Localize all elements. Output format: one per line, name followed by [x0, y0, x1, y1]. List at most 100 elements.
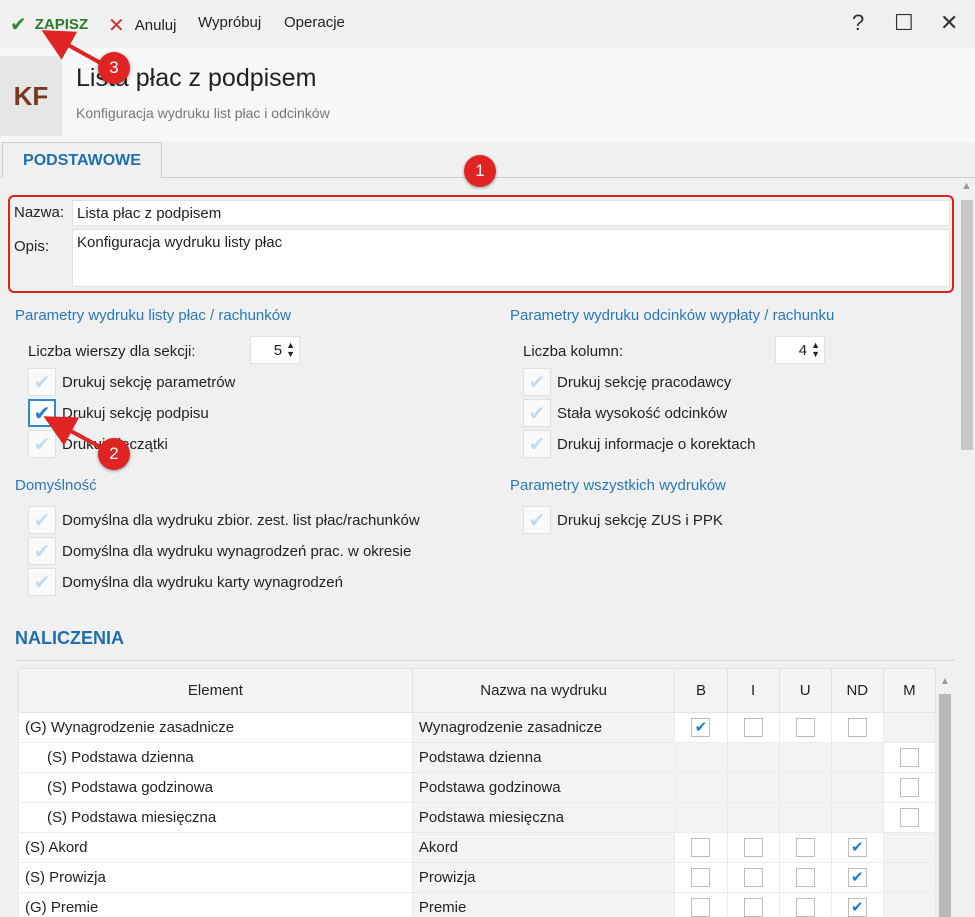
flag-cell-i[interactable] — [726, 712, 780, 743]
check-row[interactable]: ✔ Drukuj sekcję podpisu — [28, 399, 209, 427]
table-row[interactable]: (S) Prowizja Prowizja ✔ — [18, 862, 937, 893]
close-icon[interactable]: ✕ — [940, 10, 958, 36]
checkbox[interactable] — [691, 838, 711, 857]
column-header[interactable]: B — [674, 668, 728, 713]
cancel-button[interactable]: ✕ Anuluj — [108, 13, 176, 38]
save-button[interactable]: ✔ ZAPISZ — [10, 12, 88, 37]
try-button[interactable]: Wypróbuj — [198, 14, 261, 31]
checkbox[interactable] — [795, 838, 815, 857]
element-cell[interactable]: (S) Prowizja — [18, 862, 413, 893]
flag-cell-m[interactable] — [882, 802, 937, 833]
table-row[interactable]: (G) Wynagrodzenie zasadnicze Wynagrodzeni… — [18, 712, 937, 743]
table-row[interactable]: (S) Podstawa godzinowa Podstawa godzinowa — [18, 772, 937, 803]
checkbox[interactable] — [743, 718, 763, 737]
flag-cell-nd[interactable]: ✔ — [830, 892, 884, 917]
scrollbar-thumb[interactable] — [961, 200, 973, 450]
flag-cell-nd[interactable] — [830, 712, 884, 743]
element-cell[interactable]: (G) Wynagrodzenie zasadnicze — [18, 712, 413, 743]
rows-spinner[interactable]: 5 ▲ ▼ — [250, 336, 300, 364]
check-row[interactable]: ✔ Drukuj informacje o korektach — [523, 430, 755, 458]
print-name-cell[interactable]: Akord — [411, 832, 676, 863]
table-row[interactable]: (S) Podstawa dzienna Podstawa dzienna — [18, 742, 937, 773]
checkbox[interactable] — [743, 838, 763, 857]
flag-cell-b[interactable]: ✔ — [674, 712, 728, 743]
flag-cell-u[interactable] — [778, 862, 832, 893]
spinner-arrows-icon[interactable]: ▲ ▼ — [811, 341, 820, 359]
check-row[interactable]: ✔ Domyślna dla wydruku zbior. zest. list… — [28, 506, 420, 534]
checkbox[interactable] — [899, 748, 919, 767]
checkbox[interactable] — [899, 808, 919, 827]
checkbox[interactable] — [795, 868, 815, 887]
checkbox[interactable]: ✔ — [28, 568, 56, 596]
checkbox[interactable]: ✔ — [28, 430, 56, 458]
table-row[interactable]: (S) Akord Akord ✔ — [18, 832, 937, 863]
checkbox[interactable] — [899, 778, 919, 797]
column-header[interactable]: Nazwa na wydruku — [411, 668, 676, 713]
column-header[interactable]: I — [726, 668, 780, 713]
table-scrollbar[interactable]: ▲ — [936, 668, 954, 917]
checkbox[interactable] — [743, 868, 763, 887]
element-cell[interactable]: (S) Podstawa dzienna — [18, 742, 413, 773]
scrollbar-thumb[interactable] — [939, 694, 951, 917]
column-header[interactable]: M — [882, 668, 937, 713]
help-icon[interactable]: ? — [852, 10, 864, 36]
checkbox[interactable]: ✔ — [28, 537, 56, 565]
print-name-cell[interactable]: Podstawa miesięczna — [411, 802, 676, 833]
checkbox-checked[interactable]: ✔ — [691, 718, 711, 737]
print-name-cell[interactable]: Wynagrodzenie zasadnicze — [411, 712, 676, 743]
check-row[interactable]: ✔ Domyślna dla wydruku wynagrodzeń prac.… — [28, 537, 411, 565]
check-row[interactable]: ✔ Stała wysokość odcinków — [523, 399, 727, 427]
element-cell[interactable]: (S) Podstawa miesięczna — [18, 802, 413, 833]
checkbox[interactable] — [847, 718, 867, 737]
element-cell[interactable]: (S) Akord — [18, 832, 413, 863]
checkbox-checked[interactable]: ✔ — [847, 838, 867, 857]
print-name-cell[interactable]: Prowizja — [411, 862, 676, 893]
check-row[interactable]: ✔ Domyślna dla wydruku karty wynagrodzeń — [28, 568, 343, 596]
flag-cell-nd[interactable]: ✔ — [830, 862, 884, 893]
column-header[interactable]: U — [778, 668, 832, 713]
flag-cell-u[interactable] — [778, 712, 832, 743]
flag-cell-i[interactable] — [726, 862, 780, 893]
spinner-arrows-icon[interactable]: ▲ ▼ — [286, 341, 295, 359]
checkbox-checked[interactable]: ✔ — [28, 399, 56, 427]
scroll-up-icon[interactable]: ▲ — [940, 676, 950, 687]
checkbox[interactable]: ✔ — [28, 368, 56, 396]
flag-cell-b[interactable] — [674, 832, 728, 863]
checkbox[interactable] — [691, 898, 711, 917]
element-cell[interactable]: (S) Podstawa godzinowa — [18, 772, 413, 803]
checkbox[interactable]: ✔ — [523, 399, 551, 427]
flag-cell-i[interactable] — [726, 892, 780, 917]
flag-cell-b[interactable] — [674, 862, 728, 893]
maximize-icon[interactable]: ☐ — [894, 10, 914, 36]
check-row[interactable]: ✔ Drukuj sekcję ZUS i PPK — [523, 506, 723, 534]
checkbox[interactable]: ✔ — [28, 506, 56, 534]
element-cell[interactable]: (G) Premie — [18, 892, 413, 917]
flag-cell-m[interactable] — [882, 772, 937, 803]
cols-spinner[interactable]: 4 ▲ ▼ — [775, 336, 825, 364]
checkbox-checked[interactable]: ✔ — [847, 868, 867, 887]
form-scrollbar[interactable]: ▲ — [958, 180, 975, 680]
flag-cell-i[interactable] — [726, 832, 780, 863]
flag-cell-b[interactable] — [674, 892, 728, 917]
checkbox[interactable] — [795, 898, 815, 917]
checkbox[interactable] — [795, 718, 815, 737]
table-row[interactable]: (G) Premie Premie ✔ — [18, 892, 937, 917]
print-name-cell[interactable]: Premie — [411, 892, 676, 917]
check-row[interactable]: ✔ Drukuj sekcję parametrów — [28, 368, 235, 396]
print-name-cell[interactable]: Podstawa godzinowa — [411, 772, 676, 803]
flag-cell-m[interactable] — [882, 742, 937, 773]
flag-cell-u[interactable] — [778, 832, 832, 863]
check-row[interactable]: ✔ Drukuj sekcję pracodawcy — [523, 368, 731, 396]
operations-menu[interactable]: Operacje — [284, 14, 345, 31]
checkbox[interactable]: ✔ — [523, 368, 551, 396]
flag-cell-u[interactable] — [778, 892, 832, 917]
checkbox[interactable] — [743, 898, 763, 917]
column-header[interactable]: ND — [830, 668, 884, 713]
checkbox[interactable]: ✔ — [523, 506, 551, 534]
print-name-cell[interactable]: Podstawa dzienna — [411, 742, 676, 773]
scroll-up-icon[interactable]: ▲ — [961, 180, 972, 192]
flag-cell-nd[interactable]: ✔ — [830, 832, 884, 863]
checkbox-checked[interactable]: ✔ — [847, 898, 867, 917]
table-row[interactable]: (S) Podstawa miesięczna Podstawa miesięcz… — [18, 802, 937, 833]
checkbox[interactable]: ✔ — [523, 430, 551, 458]
